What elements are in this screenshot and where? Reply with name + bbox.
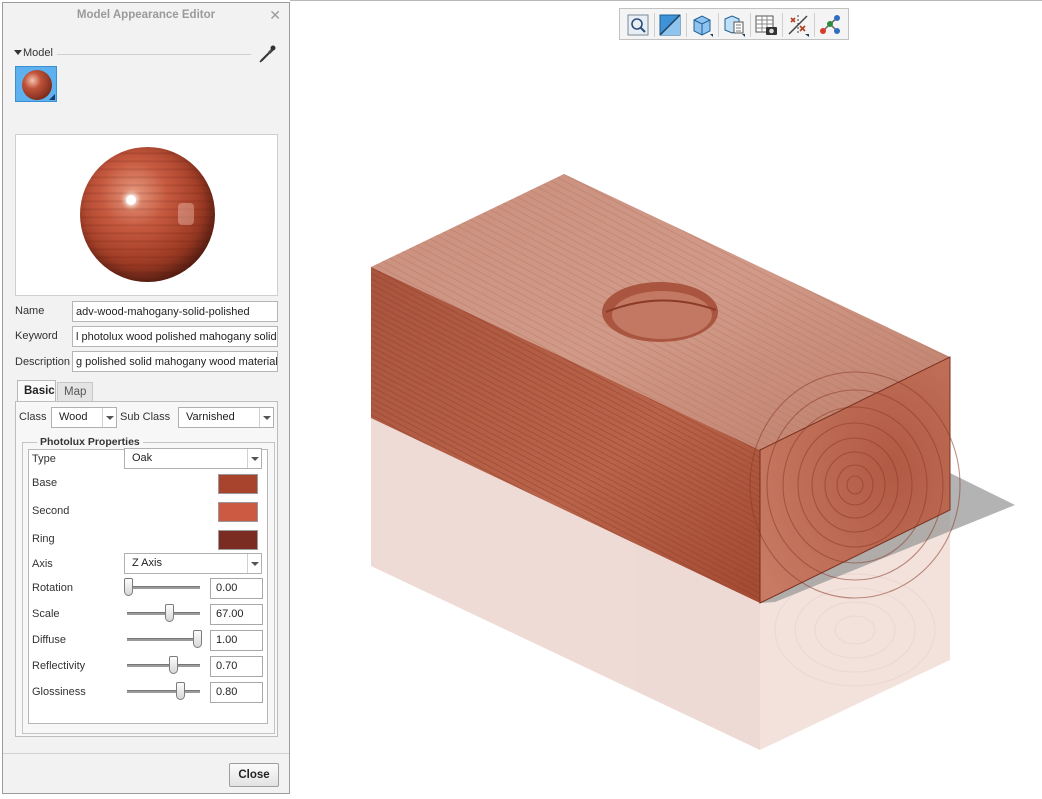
glossiness-label: Glossiness — [32, 686, 86, 698]
type-label: Type — [32, 453, 56, 465]
appearance-thumbnail[interactable] — [15, 66, 57, 102]
close-button[interactable]: Close — [229, 763, 279, 787]
sphere-reflection — [178, 203, 194, 225]
description-label: Description — [15, 356, 71, 368]
scale-field[interactable]: 67.00 — [210, 604, 263, 625]
type-select-value: Oak — [132, 452, 153, 464]
name-field[interactable]: adv-wood-mahogany-solid-polished — [72, 301, 278, 322]
subclass-label: Sub Class — [120, 411, 171, 423]
eyedropper-icon[interactable] — [257, 43, 277, 65]
thumbnail-menu-indicator — [49, 94, 55, 100]
rotation-label: Rotation — [32, 582, 73, 594]
diffuse-label: Diffuse — [32, 634, 67, 646]
rotation-slider-thumb[interactable] — [124, 578, 133, 596]
chevron-down-icon[interactable] — [247, 554, 261, 573]
footer-divider — [3, 753, 289, 754]
scale-label: Scale — [32, 608, 60, 620]
wood-block-model — [371, 174, 1015, 750]
chevron-down-icon[interactable] — [259, 408, 273, 427]
tab-basic[interactable]: Basic — [17, 380, 56, 402]
connector-icon[interactable] — [817, 12, 843, 38]
subclass-select-value: Varnished — [186, 411, 235, 423]
model-section-header[interactable]: Model — [13, 47, 279, 63]
glossiness-field[interactable]: 0.80 — [210, 682, 263, 703]
collapse-triangle-icon[interactable] — [14, 50, 22, 55]
axis-select-value: Z Axis — [132, 557, 162, 569]
thumbnail-sphere — [22, 70, 52, 100]
chevron-down-icon[interactable] — [247, 449, 261, 468]
dialog-title: Model Appearance Editor — [76, 9, 216, 21]
model-viewport[interactable] — [290, 40, 1042, 796]
keyword-label: Keyword — [15, 330, 58, 342]
section-icon[interactable] — [657, 12, 683, 38]
base-label: Base — [32, 477, 58, 489]
second-color-swatch[interactable] — [218, 502, 258, 522]
diffuse-field[interactable]: 1.00 — [210, 630, 263, 651]
glossiness-slider-track[interactable] — [127, 690, 200, 693]
name-label: Name — [15, 305, 45, 317]
toolbar-separator — [814, 13, 815, 37]
chevron-down-icon[interactable] — [102, 408, 116, 427]
sphere-highlight — [126, 195, 136, 205]
second-label: Second — [32, 505, 70, 517]
model-section-label: Model — [23, 47, 53, 59]
class-label: Class — [19, 411, 47, 423]
saved-views-icon[interactable] — [721, 12, 747, 38]
keyword-field[interactable]: l photolux wood polished mahogany solid — [72, 326, 278, 347]
scale-slider-track[interactable] — [127, 612, 200, 615]
glossiness-slider-thumb[interactable] — [175, 682, 185, 700]
zoom-icon[interactable] — [625, 12, 651, 38]
axis-label: Axis — [32, 558, 53, 570]
datum-display-icon[interactable] — [785, 12, 811, 38]
toolbar-separator — [718, 13, 719, 37]
rotation-field[interactable]: 0.00 — [210, 578, 263, 599]
subclass-select[interactable]: Varnished — [178, 407, 274, 428]
toolbar-separator — [782, 13, 783, 37]
viewport-top-border — [290, 0, 1042, 1]
type-select[interactable]: Oak — [124, 448, 262, 469]
reflectivity-slider-track[interactable] — [127, 664, 200, 667]
appearance-preview — [15, 134, 278, 296]
ring-color-swatch[interactable] — [218, 530, 258, 550]
appearance-editor-dialog: Model Appearance Editor ✕ Model Name adv… — [2, 2, 290, 794]
ring-label: Ring — [32, 533, 55, 545]
section-divider — [57, 54, 251, 55]
class-select-value: Wood — [59, 411, 88, 423]
toolbar-separator — [686, 13, 687, 37]
tab-map[interactable]: Map — [57, 382, 93, 402]
scale-slider-thumb[interactable] — [165, 604, 175, 622]
close-icon[interactable]: ✕ — [269, 7, 281, 24]
diffuse-slider-thumb[interactable] — [193, 630, 202, 648]
reflectivity-label: Reflectivity — [32, 660, 86, 672]
description-field[interactable]: g polished solid mahogany wood material — [72, 351, 278, 372]
diffuse-slider-track[interactable] — [127, 638, 200, 641]
rotation-slider-track[interactable] — [127, 586, 200, 589]
view-cube-icon[interactable] — [689, 12, 715, 38]
base-color-swatch[interactable] — [218, 474, 258, 494]
reflectivity-field[interactable]: 0.70 — [210, 656, 263, 677]
preview-sphere — [80, 147, 215, 282]
group-title: Photolux Properties — [37, 436, 143, 448]
view-toolbar — [619, 8, 849, 40]
reflectivity-slider-thumb[interactable] — [168, 656, 178, 674]
class-select[interactable]: Wood — [51, 407, 117, 428]
axis-select[interactable]: Z Axis — [124, 553, 262, 574]
render-table-icon[interactable] — [753, 12, 779, 38]
toolbar-separator — [654, 13, 655, 37]
toolbar-separator — [750, 13, 751, 37]
